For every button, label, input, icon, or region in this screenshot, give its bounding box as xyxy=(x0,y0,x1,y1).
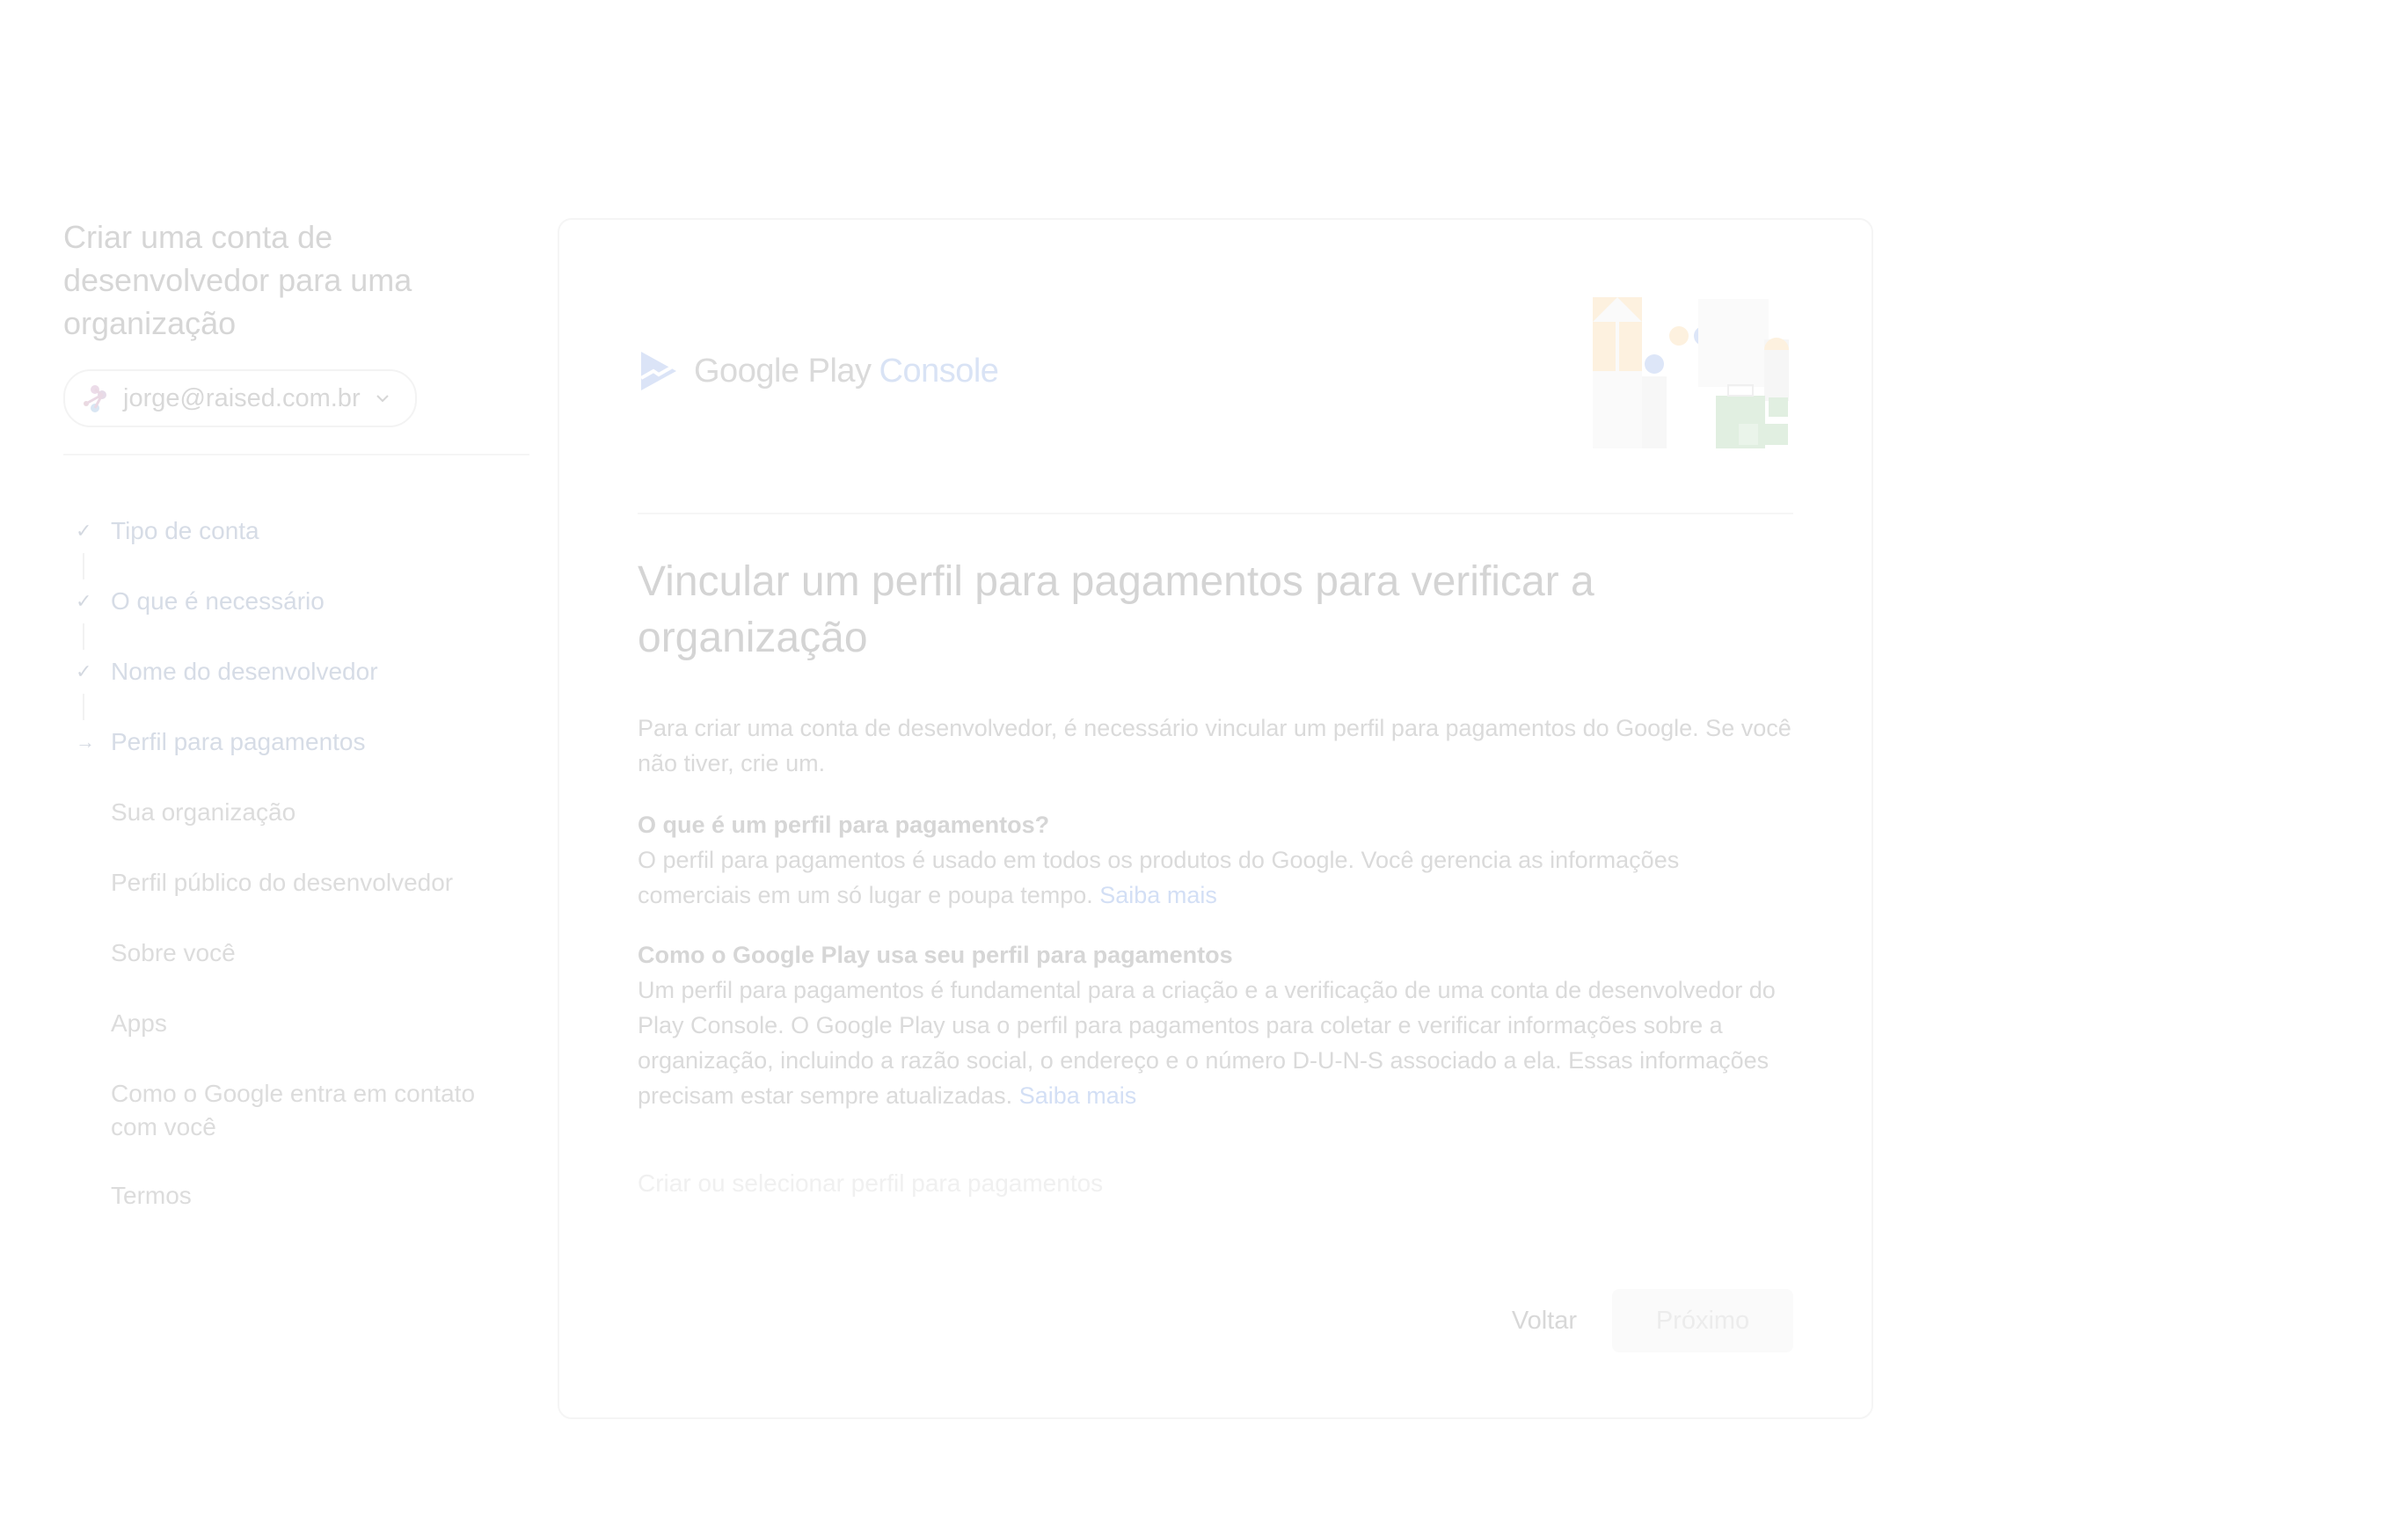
arrow-right-icon: → xyxy=(76,731,95,753)
play-console-logo: Google Play Console xyxy=(638,348,999,394)
step-label: Perfil para pagamentos xyxy=(111,728,366,755)
learn-more-link[interactable]: Saiba mais xyxy=(1019,1082,1137,1109)
stepper: ✓ Tipo de conta ✓ O que é necessário ✓ N… xyxy=(70,514,528,1249)
step-sua-organizacao: Sua organização xyxy=(70,796,528,866)
section-body: O perfil para pagamentos é usado em todo… xyxy=(638,847,1680,908)
step-perfil-publico: Perfil público do desenvolvedor xyxy=(70,866,528,936)
header-divider xyxy=(638,513,1793,514)
section-what-is-profile: O que é um perfil para pagamentos? O per… xyxy=(638,807,1799,913)
next-button[interactable]: Próximo xyxy=(1612,1289,1793,1352)
step-label: Apps xyxy=(111,1009,167,1037)
header-illustration xyxy=(1593,297,1789,448)
step-connector xyxy=(83,623,84,650)
step-connector xyxy=(83,694,84,720)
play-console-icon xyxy=(640,352,676,390)
step-label: Como o Google entra em contato com você xyxy=(111,1080,476,1140)
check-icon: ✓ xyxy=(76,660,92,682)
create-or-select-payments-profile-link[interactable]: Criar ou selecionar perfil para pagament… xyxy=(638,1169,1103,1198)
step-sobre-voce: Sobre você xyxy=(70,936,528,1007)
account-switcher[interactable]: jorge@raised.com.br xyxy=(63,369,417,427)
action-bar: Voltar Próximo xyxy=(1494,1289,1793,1352)
step-connector xyxy=(83,553,84,579)
logo-text-google-play: Google Play xyxy=(694,352,872,390)
intro-text: Para criar uma conta de desenvolvedor, é… xyxy=(638,715,1791,776)
step-label: Sua organização xyxy=(111,798,296,826)
step-label: Tipo de conta xyxy=(111,517,259,544)
section-how-play-uses: Como o Google Play usa seu perfil para p… xyxy=(638,937,1799,1113)
step-label: Termos xyxy=(111,1182,192,1209)
back-button[interactable]: Voltar xyxy=(1494,1289,1594,1352)
step-perfil-para-pagamentos[interactable]: → Perfil para pagamentos xyxy=(70,725,528,796)
page-title: Criar uma conta de desenvolvedor para um… xyxy=(63,219,412,341)
check-icon: ✓ xyxy=(76,590,92,612)
section-title: O que é um perfil para pagamentos? xyxy=(638,812,1050,838)
step-apps: Apps xyxy=(70,1007,528,1077)
main-card: Google Play Console Vincular um perfil p… xyxy=(558,218,1873,1419)
step-nome-do-desenvolvedor[interactable]: ✓ Nome do desenvolvedor xyxy=(70,655,528,725)
step-label: Nome do desenvolvedor xyxy=(111,658,378,685)
account-email: jorge@raised.com.br xyxy=(123,383,361,412)
section-body: Um perfil para pagamentos é fundamental … xyxy=(638,977,1776,1109)
sidebar: Criar uma conta de desenvolvedor para um… xyxy=(63,215,529,455)
section-title: Como o Google Play usa seu perfil para p… xyxy=(638,942,1233,968)
learn-more-link[interactable]: Saiba mais xyxy=(1099,882,1217,908)
chevron-down-icon xyxy=(376,395,389,403)
step-label: Perfil público do desenvolvedor xyxy=(111,869,454,896)
step-tipo-de-conta[interactable]: ✓ Tipo de conta xyxy=(70,514,528,585)
step-label: Sobre você xyxy=(111,939,236,966)
card-heading: Vincular um perfil para pagamentos para … xyxy=(638,558,1594,661)
step-contato: Como o Google entra em contato com você xyxy=(70,1077,528,1179)
logo-text-console: Console xyxy=(879,352,999,390)
check-icon: ✓ xyxy=(76,520,92,542)
step-label: O que é necessário xyxy=(111,587,325,615)
step-o-que-e-necessario[interactable]: ✓ O que é necessário xyxy=(70,585,528,655)
avatar-icon xyxy=(84,385,106,412)
sidebar-divider xyxy=(63,454,529,455)
step-termos: Termos xyxy=(70,1179,528,1249)
